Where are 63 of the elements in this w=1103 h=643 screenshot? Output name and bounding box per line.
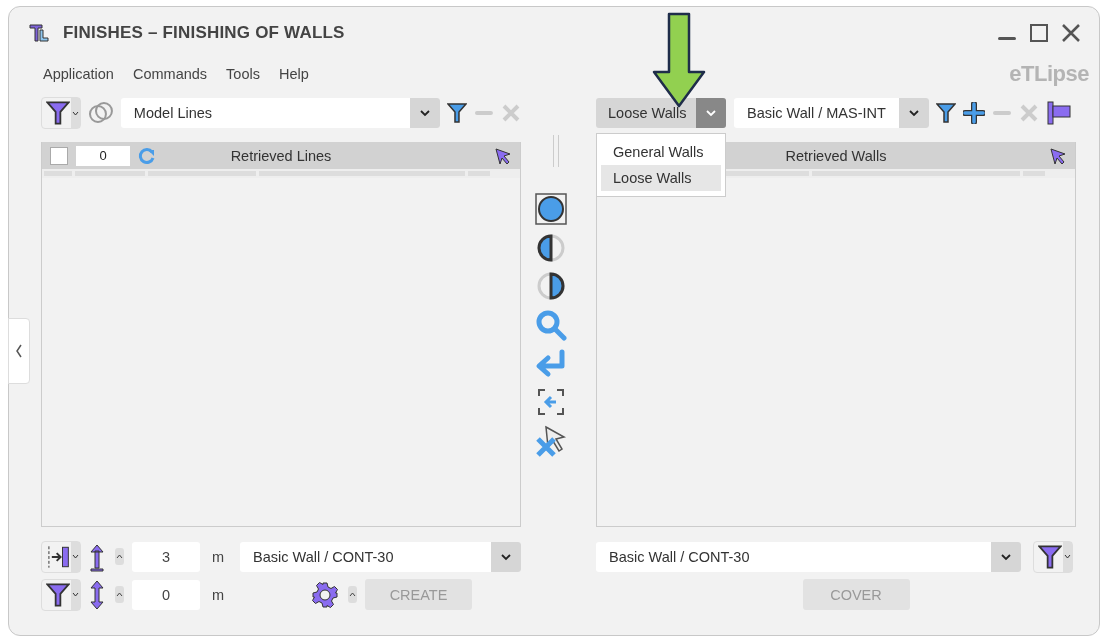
spin-up-button[interactable] xyxy=(348,586,357,603)
funnel-icon xyxy=(46,100,70,126)
dropdown-option[interactable]: Loose Walls xyxy=(601,165,721,191)
caret-up-icon xyxy=(116,554,123,559)
brand-logo: eTLipse xyxy=(1009,61,1089,87)
app-logo-icon xyxy=(29,23,49,43)
caret-icon xyxy=(71,110,79,116)
caret-icon xyxy=(72,592,79,597)
menu-item[interactable]: Commands xyxy=(132,66,208,82)
filter-icon[interactable] xyxy=(936,102,956,124)
unit-label: m xyxy=(210,586,226,603)
vertical-arrows-icon xyxy=(89,579,105,610)
offset-input[interactable]: 0 xyxy=(132,579,200,610)
chevron-down-icon xyxy=(1000,552,1012,561)
flag-icon[interactable] xyxy=(1046,101,1072,125)
panel-title: Retrieved Walls xyxy=(785,147,887,164)
close-icon[interactable] xyxy=(1061,23,1081,43)
dropdown-option[interactable]: General Walls xyxy=(601,139,721,165)
full-circle-icon[interactable] xyxy=(534,193,567,225)
chevron-down-icon xyxy=(419,109,432,117)
wall-type-dropdown[interactable]: Basic Wall / CONT-30 xyxy=(240,541,521,572)
caret-up-icon xyxy=(349,592,356,597)
rings-icon[interactable] xyxy=(87,100,114,126)
spin-up-button[interactable] xyxy=(115,548,124,565)
half-circle-right-icon[interactable] xyxy=(535,271,566,301)
window-title: FINISHES – FINISHING OF WALLS xyxy=(63,23,345,43)
wall-type-dropdown[interactable]: Basic Wall / MAS-INT xyxy=(734,98,929,128)
height-input[interactable]: 3 xyxy=(132,541,200,572)
fit-selection-icon[interactable] xyxy=(535,387,566,417)
wall-type-dropdown[interactable]: Basic Wall / CONT-30 xyxy=(596,541,1021,572)
filter-dropdown-button[interactable] xyxy=(41,578,81,611)
caret-up-icon xyxy=(116,592,123,597)
align-dropdown-button[interactable] xyxy=(41,540,81,573)
caret-icon xyxy=(1064,554,1071,559)
unit-label: m xyxy=(210,548,226,565)
half-circle-left-icon[interactable] xyxy=(535,233,566,263)
search-icon[interactable] xyxy=(534,309,567,341)
funnel-icon xyxy=(1038,543,1062,570)
chevron-left-icon xyxy=(15,344,23,358)
menu-item[interactable]: Tools xyxy=(226,66,260,82)
filter-dropdown-button[interactable] xyxy=(41,97,81,129)
maximize-icon[interactable] xyxy=(1029,23,1049,43)
category-dropdown[interactable]: Loose Walls xyxy=(596,98,726,128)
chevron-down-icon xyxy=(908,109,920,117)
menu-item[interactable]: Application xyxy=(43,66,114,82)
filter-dropdown-button[interactable] xyxy=(1033,540,1073,573)
filter-icon[interactable] xyxy=(447,102,468,124)
plus-icon[interactable] xyxy=(963,102,985,124)
select-all-checkbox[interactable] xyxy=(50,146,68,165)
spin-up-button[interactable] xyxy=(115,586,124,603)
cursor-icon[interactable] xyxy=(494,146,512,165)
source-dropdown[interactable]: Model Lines xyxy=(120,98,441,128)
funnel-icon xyxy=(46,581,70,608)
chevron-down-icon xyxy=(705,109,717,117)
cursor-icon[interactable] xyxy=(1049,146,1067,165)
settings-icon[interactable] xyxy=(312,581,338,608)
count-field: 0 xyxy=(76,145,130,166)
caret-icon xyxy=(72,554,80,559)
panel-title: Retrieved Lines xyxy=(230,147,332,164)
cursor-cross-icon[interactable] xyxy=(533,425,568,459)
chevron-down-icon xyxy=(500,552,512,561)
menu-item[interactable]: Help xyxy=(278,66,309,82)
align-to-wall-icon xyxy=(46,544,72,569)
